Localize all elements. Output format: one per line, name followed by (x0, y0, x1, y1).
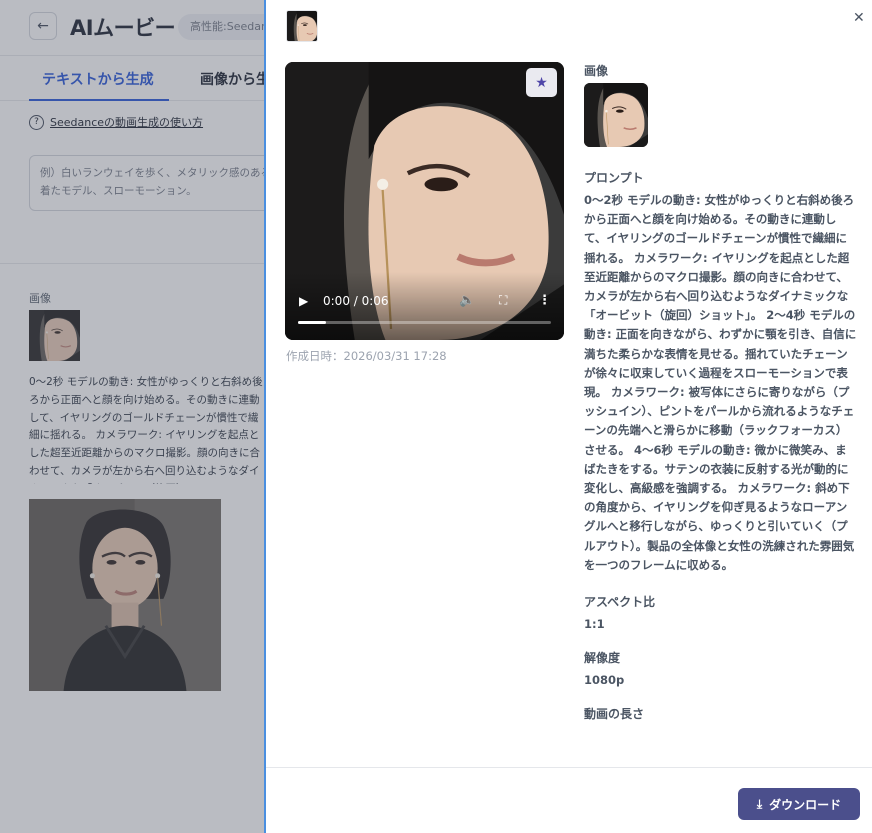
download-icon: ⤓ (756, 796, 763, 811)
video-detail-drawer: ✕ ★ ▶ 0:00 / 0:06 🔈 ⛶ ⋮ 作成日時：2026/03/31 … (264, 0, 872, 833)
close-icon: ✕ (853, 10, 865, 26)
download-label: ダウンロード (769, 797, 842, 812)
more-vertical-icon: ⋮ (538, 293, 551, 308)
resolution-value: 1080p (584, 673, 625, 688)
download-button[interactable]: ⤓ ダウンロード (738, 788, 860, 820)
drawer-header-thumbnail (286, 10, 318, 42)
detail-panel: 画像 プロンプト 0〜2秒 モデルの動き: 女性がゆっくりと右斜め後ろから正面へ… (584, 62, 858, 767)
play-button[interactable]: ▶ (299, 294, 308, 308)
playback-progress-fill (298, 321, 326, 324)
favorite-button[interactable]: ★ (526, 68, 557, 97)
video-length-label: 動画の長さ (584, 707, 645, 722)
play-icon: ▶ (299, 294, 309, 308)
close-button[interactable]: ✕ (853, 10, 865, 26)
video-player[interactable]: ★ ▶ 0:00 / 0:06 🔈 ⛶ ⋮ (285, 62, 564, 340)
volume-icon: 🔈 (459, 293, 476, 308)
created-at: 作成日時：2026/03/31 17:28 (286, 349, 447, 363)
more-options-button[interactable]: ⋮ (538, 293, 551, 308)
fullscreen-button[interactable]: ⛶ (499, 293, 507, 308)
fullscreen-icon: ⛶ (499, 293, 508, 307)
prompt-text: 0〜2秒 モデルの動き: 女性がゆっくりと右斜め後ろから正面へと顔を向け始める。… (584, 193, 857, 572)
drawer-footer: ⤓ ダウンロード (266, 767, 872, 833)
image-section-label: 画像 (584, 64, 609, 78)
playback-progress-bar[interactable] (298, 321, 551, 324)
modal-overlay[interactable] (0, 0, 264, 833)
star-icon: ★ (535, 74, 548, 91)
aspect-ratio-label: アスペクト比 (584, 595, 656, 610)
source-image-thumbnail[interactable] (584, 83, 648, 147)
resolution-label: 解像度 (584, 651, 621, 666)
volume-button[interactable]: 🔈 (459, 293, 475, 308)
playback-time: 0:00 / 0:06 (323, 294, 389, 308)
aspect-ratio-value: 1:1 (584, 617, 605, 632)
prompt-section-label: プロンプト (584, 171, 644, 185)
